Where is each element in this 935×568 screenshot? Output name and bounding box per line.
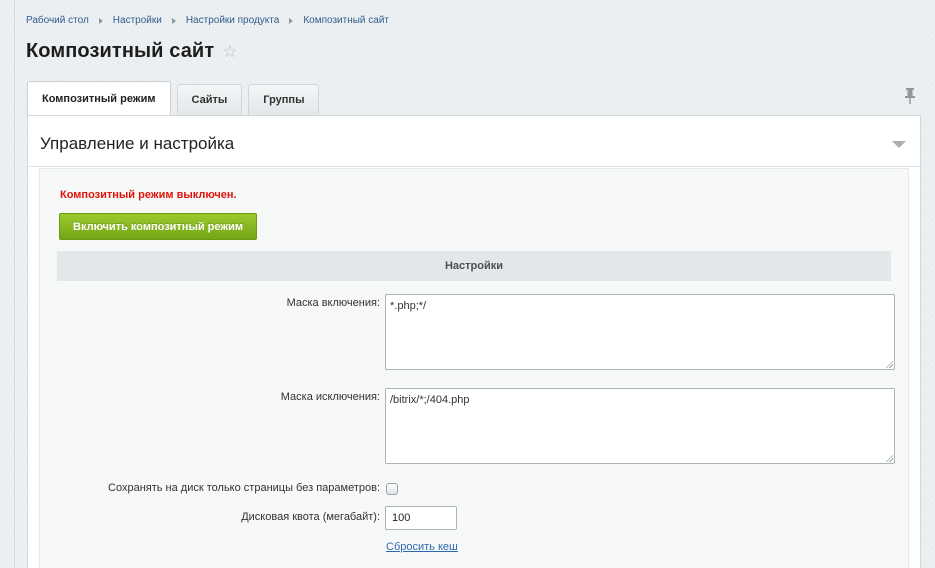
tab-groups[interactable]: Группы — [248, 84, 320, 115]
main-panel: Управление и настройка Композитный режим… — [27, 115, 921, 568]
breadcrumb-separator-icon — [98, 17, 103, 24]
breadcrumb-item-settings[interactable]: Настройки — [113, 15, 162, 26]
enable-composite-button[interactable]: Включить композитный режим — [59, 213, 258, 240]
breadcrumb-item-desktop[interactable]: Рабочий стол — [26, 15, 89, 26]
title-row: Композитный сайт ☆ — [26, 40, 237, 63]
chevron-down-icon[interactable] — [892, 141, 906, 148]
page-title: Композитный сайт — [26, 40, 215, 62]
breadcrumb: Рабочий стол Настройки Настройки продукт… — [26, 15, 389, 26]
disk-quota-input[interactable] — [385, 506, 457, 530]
save-without-params-label: Сохранять на диск только страницы без па… — [108, 482, 380, 494]
section-title: Управление и настройка — [40, 134, 235, 153]
tab-bar: Композитный режим Сайты Группы — [27, 81, 325, 115]
include-mask-textarea[interactable]: *.php;*/ — [385, 294, 895, 370]
tab-sites[interactable]: Сайты — [176, 84, 243, 115]
star-icon[interactable]: ☆ — [222, 43, 237, 60]
exclude-mask-label: Маска исключения: — [280, 391, 380, 403]
settings-container: Композитный режим выключен. Включить ком… — [39, 168, 909, 568]
breadcrumb-item-product-settings[interactable]: Настройки продукта — [186, 15, 279, 26]
save-without-params-checkbox[interactable] — [386, 483, 398, 495]
pin-icon[interactable] — [904, 88, 916, 104]
settings-heading: Настройки — [57, 251, 891, 281]
resize-grip-icon[interactable] — [885, 360, 893, 368]
exclude-mask-textarea[interactable]: /bitrix/*;/404.php — [385, 388, 895, 464]
breadcrumb-item-composite-site[interactable]: Композитный сайт — [303, 15, 389, 26]
disk-quota-label: Дисковая квота (мегабайт): — [241, 511, 380, 523]
reset-cache-link[interactable]: Сбросить кеш — [386, 541, 458, 553]
composite-status-text: Композитный режим выключен. — [60, 189, 237, 201]
section-header[interactable]: Управление и настройка — [28, 116, 920, 167]
tab-composite-mode[interactable]: Композитный режим — [27, 81, 171, 115]
breadcrumb-separator-icon — [171, 17, 176, 24]
resize-grip-icon[interactable] — [885, 454, 893, 462]
include-mask-label: Маска включения: — [286, 297, 380, 309]
breadcrumb-separator-icon — [289, 17, 294, 24]
